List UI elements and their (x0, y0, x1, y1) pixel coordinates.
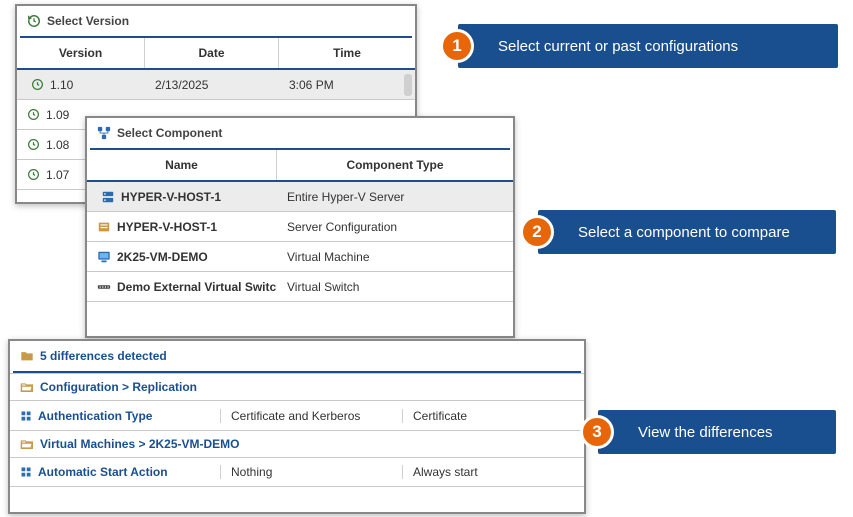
step-badge: 1 (440, 29, 474, 63)
version-label: 1.08 (46, 138, 69, 152)
panel-title: Select Component (117, 126, 222, 140)
diff-group-label: Virtual Machines > 2K25-VM-DEMO (40, 437, 240, 451)
version-label: 1.10 (50, 78, 73, 92)
callout-step-1: 1 Select current or past configurations (458, 24, 838, 68)
component-name: HYPER-V-HOST-1 (121, 190, 221, 204)
diff-group[interactable]: Configuration > Replication (10, 373, 584, 400)
version-date: 2/13/2025 (145, 78, 279, 92)
differences-panel: 5 differences detected Configuration > R… (8, 339, 586, 514)
col-version[interactable]: Version (17, 38, 145, 68)
component-name: HYPER-V-HOST-1 (117, 220, 217, 234)
col-name[interactable]: Name (87, 150, 277, 180)
component-row[interactable]: 2K25-VM-DEMO Virtual Machine (87, 242, 513, 272)
clock-history-icon (31, 78, 44, 91)
diff-group-label: Configuration > Replication (40, 380, 197, 394)
component-tree-icon (97, 126, 111, 140)
clock-history-icon (27, 108, 40, 121)
diff-value-b: Certificate (402, 409, 584, 423)
callout-text: Select current or past configurations (498, 38, 738, 55)
folder-open-icon (20, 437, 34, 451)
callout-step-3: 3 View the differences (598, 410, 836, 454)
diff-value-b: Always start (402, 465, 584, 479)
diff-group[interactable]: Virtual Machines > 2K25-VM-DEMO (10, 430, 584, 457)
col-time[interactable]: Time (279, 38, 415, 68)
clock-history-icon (27, 138, 40, 151)
component-row[interactable]: HYPER-V-HOST-1 Entire Hyper-V Server (87, 182, 513, 212)
diff-label: Authentication Type (38, 409, 152, 423)
scrollbar-thumb[interactable] (404, 74, 412, 96)
diff-row[interactable]: Automatic Start Action Nothing Always st… (10, 457, 584, 487)
component-row[interactable]: HYPER-V-HOST-1 Server Configuration (87, 212, 513, 242)
component-row[interactable]: Demo External Virtual Switch Virtual Swi… (87, 272, 513, 302)
select-component-panel: Select Component Name Component Type HYP… (85, 116, 515, 338)
callout-text: Select a component to compare (578, 224, 790, 241)
server-icon (101, 190, 115, 204)
component-type: Virtual Machine (277, 250, 513, 264)
step-badge: 2 (520, 215, 554, 249)
diff-title-row: 5 differences detected (10, 341, 584, 371)
config-icon (97, 220, 111, 234)
clock-history-icon (27, 168, 40, 181)
version-row[interactable]: 1.10 2/13/2025 3:06 PM (17, 70, 415, 100)
panel-title-row: Select Component (87, 118, 513, 148)
diff-row[interactable]: Authentication Type Certificate and Kerb… (10, 400, 584, 430)
folder-icon (20, 349, 34, 363)
network-switch-icon (97, 280, 111, 294)
version-time: 3:06 PM (279, 78, 415, 92)
callout-step-2: 2 Select a component to compare (538, 210, 836, 254)
property-icon (20, 466, 32, 478)
col-type[interactable]: Component Type (277, 150, 513, 180)
diff-value-a: Nothing (220, 465, 402, 479)
component-type: Entire Hyper-V Server (277, 190, 513, 204)
panel-title: Select Version (47, 14, 129, 28)
versions-header: Version Date Time (17, 38, 415, 70)
diff-label: Automatic Start Action (38, 465, 168, 479)
diff-value-a: Certificate and Kerberos (220, 409, 402, 423)
vm-monitor-icon (97, 250, 111, 264)
folder-open-icon (20, 380, 34, 394)
callout-text: View the differences (638, 424, 773, 441)
component-type: Virtual Switch (277, 280, 513, 294)
component-name: 2K25-VM-DEMO (117, 250, 208, 264)
component-name: Demo External Virtual Switch (117, 280, 277, 294)
step-badge: 3 (580, 415, 614, 449)
panel-title-row: Select Version (17, 6, 415, 36)
version-label: 1.07 (46, 168, 69, 182)
diff-title: 5 differences detected (40, 349, 167, 363)
clock-history-icon (27, 14, 41, 28)
version-label: 1.09 (46, 108, 69, 122)
component-type: Server Configuration (277, 220, 513, 234)
property-icon (20, 410, 32, 422)
components-header: Name Component Type (87, 150, 513, 182)
col-date[interactable]: Date (145, 38, 279, 68)
